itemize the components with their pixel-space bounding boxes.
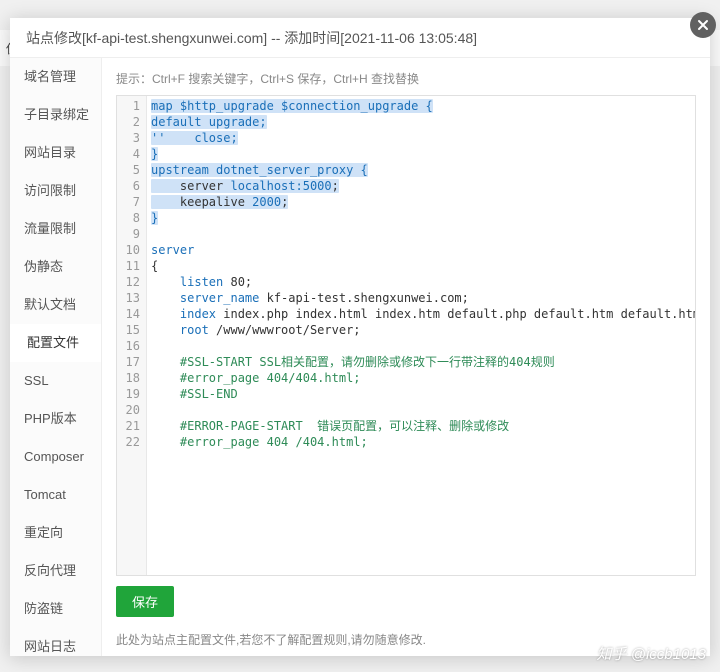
line-number: 6	[117, 178, 140, 194]
code-line[interactable]: #SSL-START SSL相关配置，请勿删除或修改下一行带注释的404规则	[151, 354, 695, 370]
sidebar-item-5[interactable]: 伪静态	[10, 248, 101, 286]
sidebar-item-13[interactable]: 反向代理	[10, 552, 101, 590]
code-line[interactable]	[151, 402, 695, 418]
line-number: 4	[117, 146, 140, 162]
code-line[interactable]: #SSL-END	[151, 386, 695, 402]
modal-header: 站点修改[kf-api-test.shengxunwei.com] -- 添加时…	[10, 18, 710, 58]
editor-code[interactable]: map $http_upgrade $connection_upgrade {d…	[147, 96, 695, 575]
sidebar-item-2[interactable]: 网站目录	[10, 134, 101, 172]
code-line[interactable]: #ERROR-PAGE-START 错误页配置，可以注释、删除或修改	[151, 418, 695, 434]
code-line[interactable]: upstream dotnet_server_proxy {	[151, 162, 695, 178]
editor-hint: 提示：Ctrl+F 搜索关键字，Ctrl+S 保存，Ctrl+H 查找替换	[116, 70, 696, 87]
code-line[interactable]: map $http_upgrade $connection_upgrade {	[151, 98, 695, 114]
close-button[interactable]	[690, 12, 716, 38]
line-number: 5	[117, 162, 140, 178]
code-line[interactable]: default upgrade;	[151, 114, 695, 130]
code-line[interactable]: server_name kf-api-test.shengxunwei.com;	[151, 290, 695, 306]
line-number: 16	[117, 338, 140, 354]
line-number: 18	[117, 370, 140, 386]
code-line[interactable]: }	[151, 210, 695, 226]
line-number: 21	[117, 418, 140, 434]
sidebar-item-12[interactable]: 重定向	[10, 514, 101, 552]
sidebar: 域名管理子目录绑定网站目录访问限制流量限制伪静态默认文档配置文件SSLPHP版本…	[10, 58, 102, 656]
modal-body: 域名管理子目录绑定网站目录访问限制流量限制伪静态默认文档配置文件SSLPHP版本…	[10, 58, 710, 656]
code-line[interactable]: index index.php index.html index.htm def…	[151, 306, 695, 322]
sidebar-item-3[interactable]: 访问限制	[10, 172, 101, 210]
line-number: 15	[117, 322, 140, 338]
line-number: 11	[117, 258, 140, 274]
line-number: 7	[117, 194, 140, 210]
line-number: 1	[117, 98, 140, 114]
modal-title: 站点修改[kf-api-test.shengxunwei.com] -- 添加时…	[26, 28, 477, 48]
line-number: 13	[117, 290, 140, 306]
line-number: 12	[117, 274, 140, 290]
save-button[interactable]: 保存	[116, 586, 174, 617]
line-number: 19	[117, 386, 140, 402]
line-number: 20	[117, 402, 140, 418]
code-line[interactable]: root /www/wwwroot/Server;	[151, 322, 695, 338]
line-number: 10	[117, 242, 140, 258]
sidebar-item-10[interactable]: Composer	[10, 438, 101, 476]
sidebar-item-14[interactable]: 防盗链	[10, 590, 101, 628]
sidebar-item-8[interactable]: SSL	[10, 362, 101, 400]
sidebar-item-4[interactable]: 流量限制	[10, 210, 101, 248]
line-number: 22	[117, 434, 140, 450]
editor-gutter: 12345678910111213141516171819202122	[117, 96, 147, 575]
close-icon	[696, 18, 710, 32]
config-editor[interactable]: 12345678910111213141516171819202122 map …	[116, 95, 696, 576]
code-line[interactable]: #error_page 404/404.html;	[151, 370, 695, 386]
line-number: 3	[117, 130, 140, 146]
button-row: 保存	[116, 586, 696, 617]
code-line[interactable]: #error_page 404 /404.html;	[151, 434, 695, 450]
sidebar-item-7[interactable]: 配置文件	[10, 324, 101, 362]
line-number: 8	[117, 210, 140, 226]
code-line[interactable]: server localhost:5000;	[151, 178, 695, 194]
code-line[interactable]: {	[151, 258, 695, 274]
sidebar-item-15[interactable]: 网站日志	[10, 628, 101, 656]
code-line[interactable]	[151, 226, 695, 242]
sidebar-item-0[interactable]: 域名管理	[10, 58, 101, 96]
site-edit-modal: 站点修改[kf-api-test.shengxunwei.com] -- 添加时…	[10, 18, 710, 656]
sidebar-item-11[interactable]: Tomcat	[10, 476, 101, 514]
line-number: 2	[117, 114, 140, 130]
code-line[interactable]: }	[151, 146, 695, 162]
code-line[interactable]	[151, 338, 695, 354]
line-number: 14	[117, 306, 140, 322]
code-line[interactable]: server	[151, 242, 695, 258]
content-area: 提示：Ctrl+F 搜索关键字，Ctrl+S 保存，Ctrl+H 查找替换 12…	[102, 58, 710, 656]
line-number: 9	[117, 226, 140, 242]
line-number: 17	[117, 354, 140, 370]
sidebar-item-1[interactable]: 子目录绑定	[10, 96, 101, 134]
sidebar-item-6[interactable]: 默认文档	[10, 286, 101, 324]
code-line[interactable]: '' close;	[151, 130, 695, 146]
code-line[interactable]: listen 80;	[151, 274, 695, 290]
config-note: 此处为站点主配置文件,若您不了解配置规则,请勿随意修改.	[116, 631, 696, 648]
sidebar-item-9[interactable]: PHP版本	[10, 400, 101, 438]
code-line[interactable]: keepalive 2000;	[151, 194, 695, 210]
